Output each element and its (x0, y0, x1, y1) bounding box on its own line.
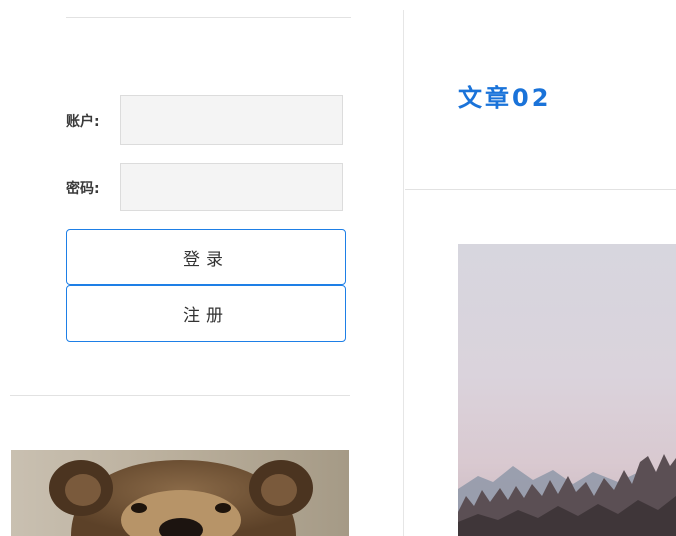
column-divider (403, 10, 404, 536)
account-input[interactable] (120, 95, 343, 145)
password-input[interactable] (120, 163, 343, 211)
article-title[interactable]: 文章02 (458, 78, 551, 113)
password-label: 密码: (66, 181, 100, 197)
register-button[interactable]: 注册 (66, 285, 346, 342)
login-button[interactable]: 登录 (66, 229, 346, 285)
divider-top-left (66, 17, 351, 18)
bear-image (11, 450, 349, 536)
divider-bottom-left (10, 395, 350, 396)
divider-right (405, 189, 676, 190)
mountain-image (458, 244, 676, 536)
account-label: 账户: (66, 114, 100, 130)
login-button-label: 登录 (183, 249, 229, 270)
register-button-label: 注册 (183, 306, 229, 326)
